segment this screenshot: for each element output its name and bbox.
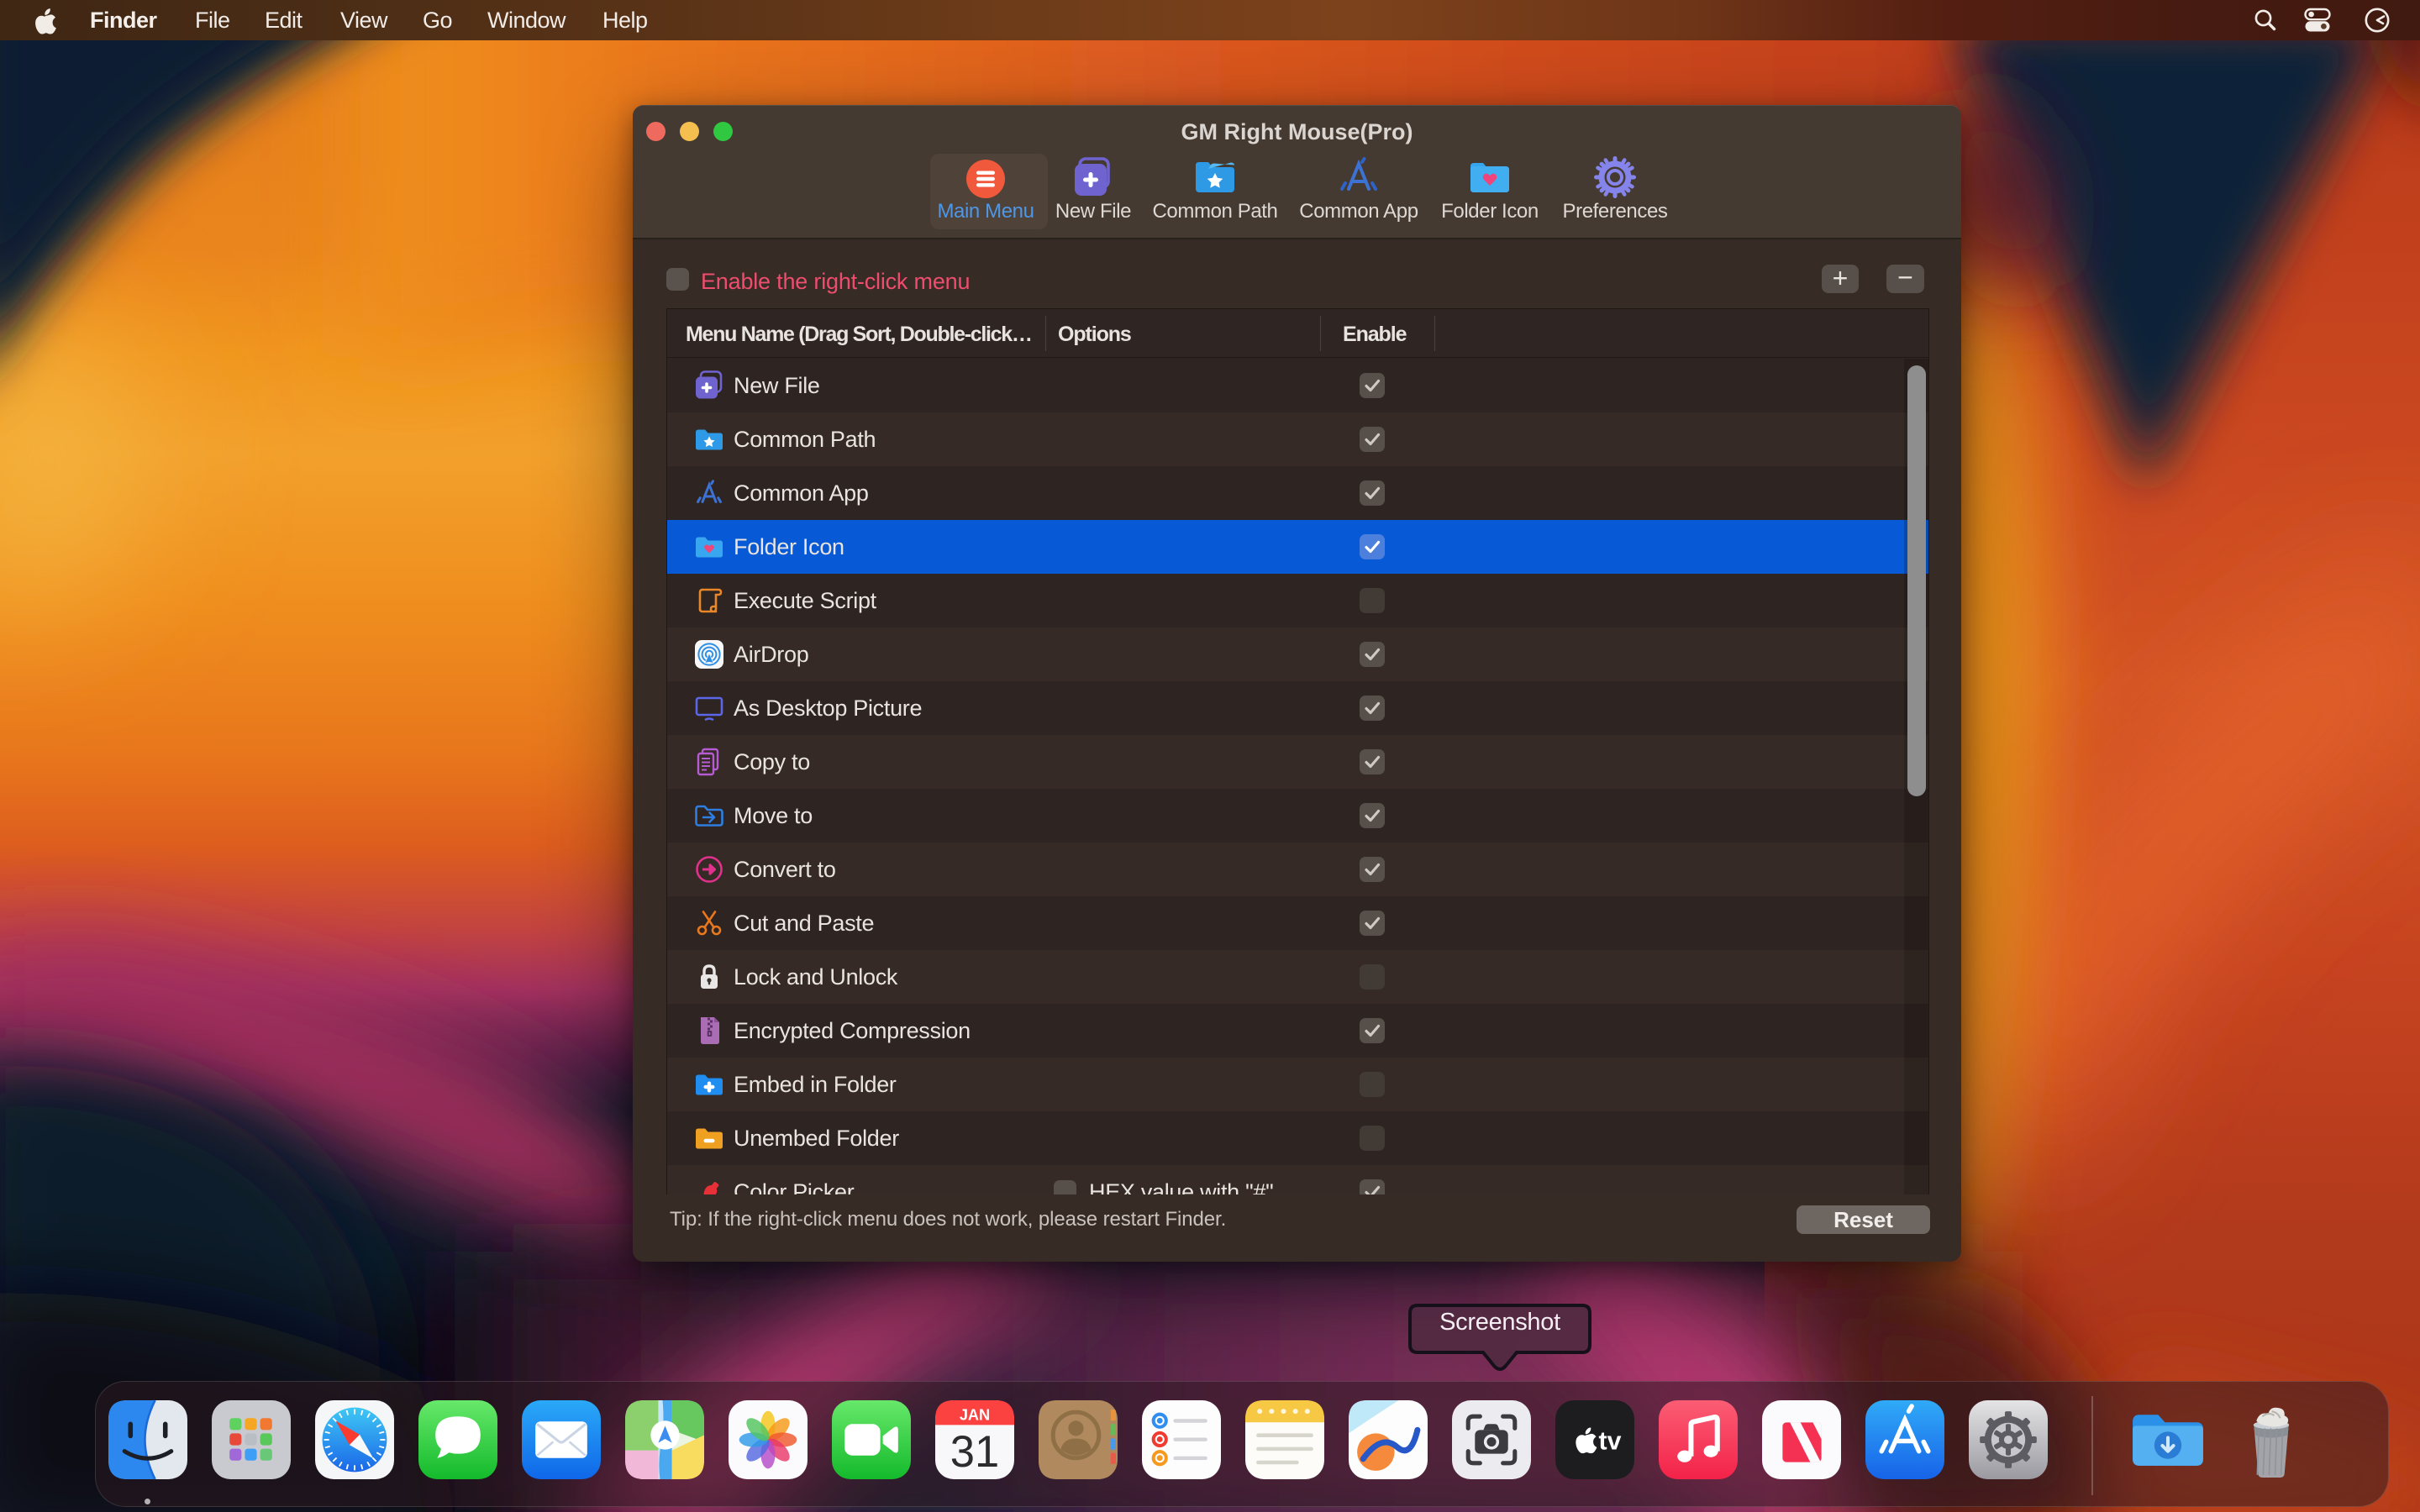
- svg-text:JAN: JAN: [960, 1406, 990, 1423]
- svg-text:tv: tv: [1599, 1428, 1622, 1456]
- svg-text:31: 31: [950, 1427, 999, 1477]
